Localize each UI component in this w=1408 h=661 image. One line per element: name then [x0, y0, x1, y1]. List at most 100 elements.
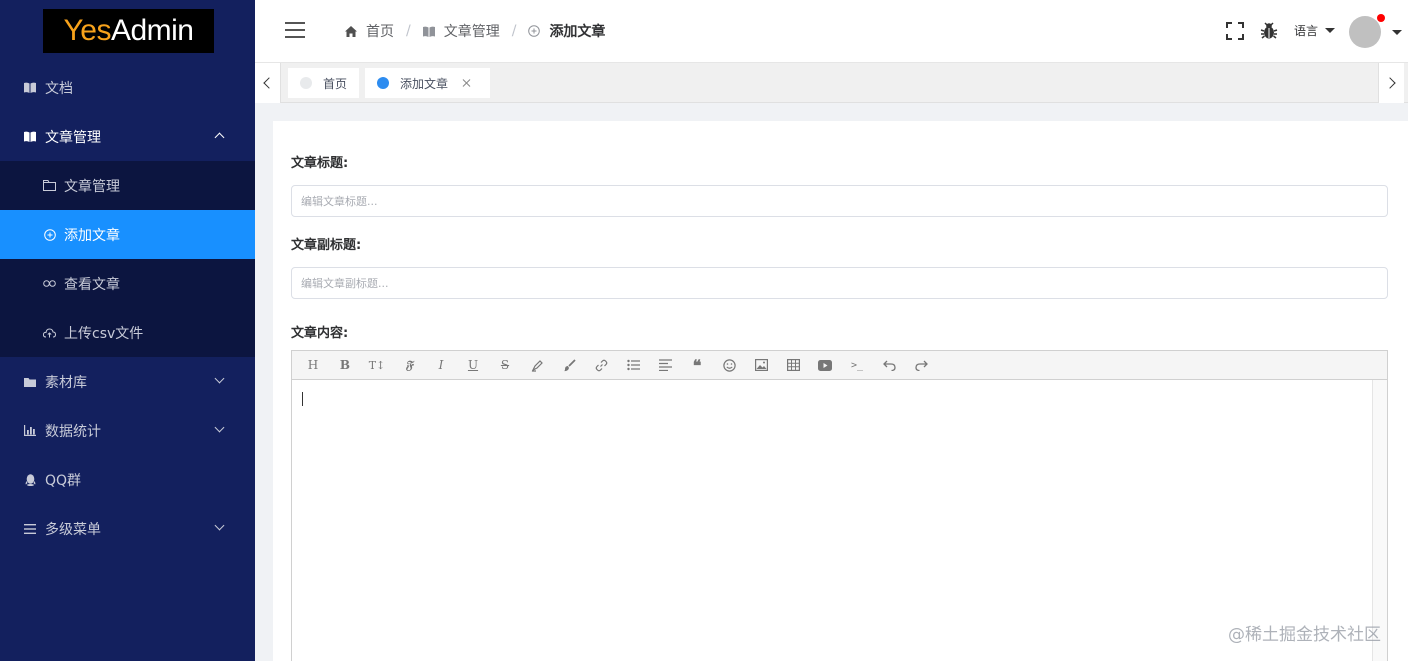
breadcrumb-label: 首页	[366, 24, 394, 40]
undo-icon[interactable]	[881, 357, 897, 373]
notification-dot	[1377, 14, 1385, 22]
bold-button[interactable]: B	[337, 357, 353, 373]
article-content-label: 文章内容:	[291, 326, 349, 341]
image-icon[interactable]	[753, 357, 769, 373]
code-icon[interactable]: >_	[849, 357, 865, 373]
logo-text-yes: Yes	[63, 14, 112, 47]
sidebar-toggle-icon[interactable]	[285, 22, 305, 38]
submenu-item-label: 文章管理	[64, 178, 120, 195]
chevron-down-icon	[214, 373, 225, 384]
logo-text-admin: Admin	[110, 14, 194, 47]
breadcrumb-item-add-article: 添加文章	[528, 21, 605, 41]
video-icon[interactable]	[817, 357, 833, 373]
top-header: 首页 / 文章管理 / 添加文章 语言	[255, 0, 1408, 63]
sidebar-item-article-management[interactable]: 文章管理	[0, 112, 255, 161]
chevron-up-icon	[214, 132, 225, 143]
breadcrumb-item-article-management[interactable]: 文章管理	[422, 21, 500, 41]
main-content: 文章标题: 文章副标题: 文章内容: H B T↕ 𝔉 I U S	[273, 121, 1408, 661]
submenu-item-article-management[interactable]: 文章管理	[0, 161, 255, 210]
breadcrumb-separator: /	[511, 23, 517, 39]
folder-icon	[23, 375, 37, 389]
sidebar-item-statistics[interactable]: 数据统计	[0, 406, 255, 455]
text-cursor	[302, 392, 303, 406]
book-icon	[23, 130, 37, 144]
language-label: 语言	[1294, 24, 1319, 38]
editor-toolbar: H B T↕ 𝔉 I U S ❝ >_	[292, 351, 1387, 380]
article-subtitle-label: 文章副标题:	[291, 238, 362, 253]
tabs-scroll-left-button[interactable]	[255, 63, 281, 103]
chevron-down-icon	[214, 520, 225, 531]
article-subtitle-input[interactable]	[291, 267, 1388, 299]
unordered-list-icon[interactable]	[625, 357, 641, 373]
tab-add-article[interactable]: 添加文章	[365, 68, 490, 98]
emoji-icon[interactable]	[721, 357, 737, 373]
tabs-scroll-right-button[interactable]	[1378, 63, 1404, 103]
book-icon	[23, 81, 37, 95]
language-dropdown[interactable]: 语言	[1294, 22, 1336, 39]
sidebar-item-label: 数据统计	[45, 423, 101, 440]
underline-button[interactable]: U	[465, 357, 481, 373]
sidebar-item-docs[interactable]: 文档	[0, 63, 255, 112]
sidebar-item-label: QQ群	[45, 472, 82, 489]
caret-down-icon	[1325, 28, 1336, 33]
close-icon[interactable]	[462, 78, 472, 88]
cloud-upload-icon	[43, 326, 56, 339]
avatar[interactable]	[1349, 16, 1381, 48]
submenu-item-add-article[interactable]: 添加文章	[0, 210, 255, 259]
sidebar-item-label: 多级菜单	[45, 521, 101, 538]
align-left-icon[interactable]	[657, 357, 673, 373]
tags-view: 首页 添加文章	[255, 63, 1408, 103]
font-family-button[interactable]: 𝔉	[401, 357, 417, 373]
sidebar-item-qq-group[interactable]: QQ群	[0, 455, 255, 504]
plus-circle-icon	[43, 228, 56, 241]
submenu-item-label: 上传csv文件	[64, 325, 144, 342]
table-icon[interactable]	[785, 357, 801, 373]
breadcrumb-separator: /	[406, 23, 411, 39]
home-icon	[345, 25, 358, 38]
link-icon	[43, 277, 56, 290]
breadcrumb-item-home[interactable]: 首页	[345, 21, 394, 41]
app-logo[interactable]: Yes Admin	[43, 9, 214, 53]
link-icon[interactable]	[593, 357, 609, 373]
breadcrumb-label: 文章管理	[443, 24, 500, 40]
menu-icon	[23, 522, 37, 536]
tab-home[interactable]: 首页	[288, 68, 359, 98]
breadcrumb: 首页 / 文章管理 / 添加文章	[345, 20, 605, 42]
sidebar-item-label: 文章管理	[45, 129, 101, 146]
font-size-button[interactable]: T↕	[369, 357, 386, 373]
folder-icon	[43, 179, 56, 192]
sidebar-item-multilevel-menu[interactable]: 多级菜单	[0, 504, 255, 553]
article-title-input[interactable]	[291, 185, 1388, 217]
editor-text-area[interactable]	[292, 380, 1372, 660]
submenu-item-label: 查看文章	[64, 276, 120, 293]
submenu-item-view-articles[interactable]: 查看文章	[0, 259, 255, 308]
submenu-item-upload-csv[interactable]: 上传csv文件	[0, 308, 255, 357]
caret-down-icon[interactable]	[1392, 30, 1402, 35]
fullscreen-icon[interactable]	[1226, 22, 1244, 40]
italic-button[interactable]: I	[433, 357, 449, 373]
article-title-label: 文章标题:	[291, 156, 349, 171]
submenu-article-management: 文章管理 添加文章 查看文章 上传csv文件	[0, 161, 255, 357]
tab-status-dot	[377, 77, 389, 89]
bar-chart-icon	[23, 424, 37, 438]
editor-scrollbar[interactable]	[1372, 380, 1387, 661]
breadcrumb-label: 添加文章	[549, 24, 606, 40]
quote-icon[interactable]: ❝	[689, 356, 705, 375]
sidebar-item-label: 素材库	[45, 374, 87, 391]
qq-icon	[23, 473, 37, 487]
tab-label: 添加文章	[400, 76, 449, 91]
sidebar-item-materials[interactable]: 素材库	[0, 357, 255, 406]
chevron-left-icon	[263, 77, 275, 89]
watermark: @稀土掘金技术社区	[1228, 625, 1381, 645]
redo-icon[interactable]	[913, 357, 929, 373]
heading-button[interactable]: H	[305, 357, 321, 373]
strikethrough-button[interactable]: S	[497, 357, 513, 373]
brush-icon[interactable]	[561, 357, 577, 373]
highlight-icon[interactable]	[529, 357, 545, 373]
submenu-item-label: 添加文章	[64, 227, 120, 244]
chevron-down-icon	[214, 422, 225, 433]
tab-label: 首页	[323, 76, 348, 91]
bug-icon[interactable]	[1260, 22, 1278, 40]
markdown-editor: H B T↕ 𝔉 I U S ❝ >_	[291, 350, 1388, 661]
plus-circle-icon	[528, 25, 541, 38]
